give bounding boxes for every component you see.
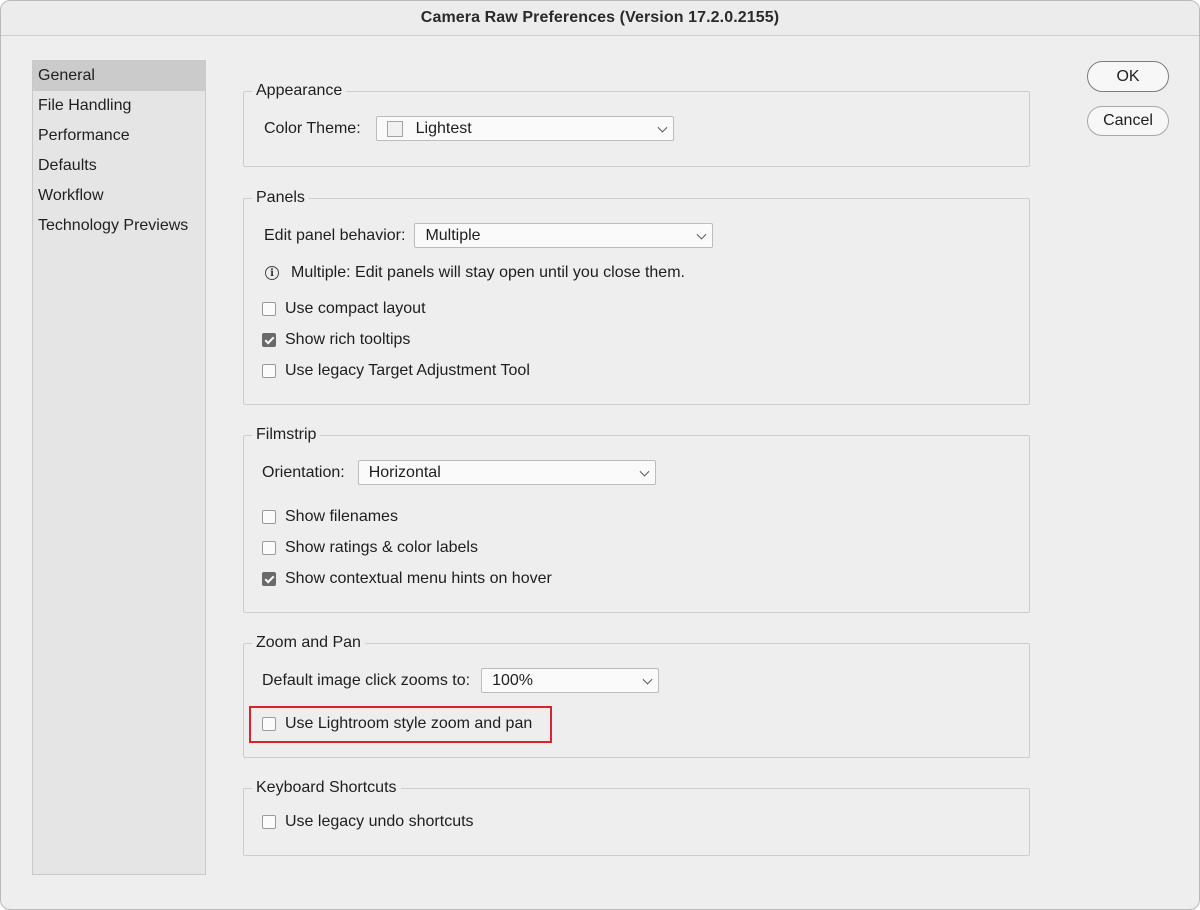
orientation-select[interactable]: Horizontal xyxy=(357,460,656,485)
default-zoom-select[interactable]: 100% xyxy=(481,668,660,693)
legacy-target-tool-option[interactable]: Use legacy Target Adjustment Tool xyxy=(262,359,530,383)
orientation-value: Horizontal xyxy=(368,463,441,481)
orientation-label: Orientation: xyxy=(262,463,345,481)
sidebar-item-technology-previews[interactable]: Technology Previews xyxy=(33,211,205,241)
chevron-down-icon xyxy=(696,229,707,240)
sidebar-item-workflow[interactable]: Workflow xyxy=(33,181,205,211)
show-ratings-checkbox[interactable] xyxy=(262,541,276,555)
filmstrip-legend: Filmstrip xyxy=(252,425,321,445)
compact-layout-checkbox[interactable] xyxy=(262,302,276,316)
show-filenames-option[interactable]: Show filenames xyxy=(262,505,398,529)
keyboard-shortcuts-legend: Keyboard Shortcuts xyxy=(252,778,401,798)
color-theme-label: Color Theme: xyxy=(264,119,361,137)
edit-behavior-info-text: Multiple: Edit panels will stay open unt… xyxy=(291,264,685,281)
zoom-pan-legend: Zoom and Pan xyxy=(252,633,365,653)
color-theme-value: Lightest xyxy=(415,119,472,137)
preferences-window: Camera Raw Preferences (Version 17.2.0.2… xyxy=(0,0,1200,910)
sidebar-item-defaults[interactable]: Defaults xyxy=(33,151,205,181)
legacy-undo-checkbox[interactable] xyxy=(262,815,276,829)
compact-layout-option[interactable]: Use compact layout xyxy=(262,297,426,321)
edit-panel-behavior-value: Multiple xyxy=(425,226,481,244)
info-icon: i xyxy=(265,266,279,280)
legacy-target-tool-label: Use legacy Target Adjustment Tool xyxy=(285,362,530,379)
sidebar-item-performance[interactable]: Performance xyxy=(33,121,205,151)
menu-hints-option[interactable]: Show contextual menu hints on hover xyxy=(262,567,552,591)
default-zoom-label: Default image click zooms to: xyxy=(262,671,471,689)
compact-layout-label: Use compact layout xyxy=(285,300,426,317)
sidebar: General File Handling Performance Defaul… xyxy=(32,60,206,875)
appearance-group: Appearance Color Theme: Lightest xyxy=(243,81,1030,167)
keyboard-shortcuts-group: Keyboard Shortcuts Use legacy undo short… xyxy=(243,778,1030,856)
appearance-legend: Appearance xyxy=(252,81,347,101)
show-ratings-label: Show ratings & color labels xyxy=(285,539,478,556)
legacy-undo-label: Use legacy undo shortcuts xyxy=(285,813,474,830)
ok-button[interactable]: OK xyxy=(1087,61,1169,92)
highlight-box xyxy=(249,706,552,743)
edit-panel-behavior-label: Edit panel behavior: xyxy=(264,226,406,244)
legacy-target-tool-checkbox[interactable] xyxy=(262,364,276,378)
panels-group: Panels Edit panel behavior: Multiple i M… xyxy=(243,188,1030,405)
rich-tooltips-checkbox[interactable] xyxy=(262,333,276,347)
filmstrip-group: Filmstrip Orientation: Horizontal Show f… xyxy=(243,425,1030,613)
cancel-button[interactable]: Cancel xyxy=(1087,106,1169,136)
show-filenames-label: Show filenames xyxy=(285,508,398,525)
sidebar-item-general[interactable]: General xyxy=(33,61,205,91)
menu-hints-label: Show contextual menu hints on hover xyxy=(285,570,552,587)
show-filenames-checkbox[interactable] xyxy=(262,510,276,524)
chevron-down-icon xyxy=(642,674,653,685)
panels-legend: Panels xyxy=(252,188,309,208)
menu-hints-checkbox[interactable] xyxy=(262,572,276,586)
chevron-down-icon xyxy=(657,122,668,133)
theme-swatch-icon xyxy=(386,120,403,137)
rich-tooltips-label: Show rich tooltips xyxy=(285,331,411,348)
window-title: Camera Raw Preferences (Version 17.2.0.2… xyxy=(1,1,1199,36)
default-zoom-value: 100% xyxy=(492,671,533,689)
show-ratings-option[interactable]: Show ratings & color labels xyxy=(262,536,478,560)
legacy-undo-option[interactable]: Use legacy undo shortcuts xyxy=(262,810,474,834)
chevron-down-icon xyxy=(639,466,650,477)
edit-panel-behavior-select[interactable]: Multiple xyxy=(414,223,714,248)
rich-tooltips-option[interactable]: Show rich tooltips xyxy=(262,328,410,352)
sidebar-item-file-handling[interactable]: File Handling xyxy=(33,91,205,121)
color-theme-select[interactable]: Lightest xyxy=(375,116,674,141)
